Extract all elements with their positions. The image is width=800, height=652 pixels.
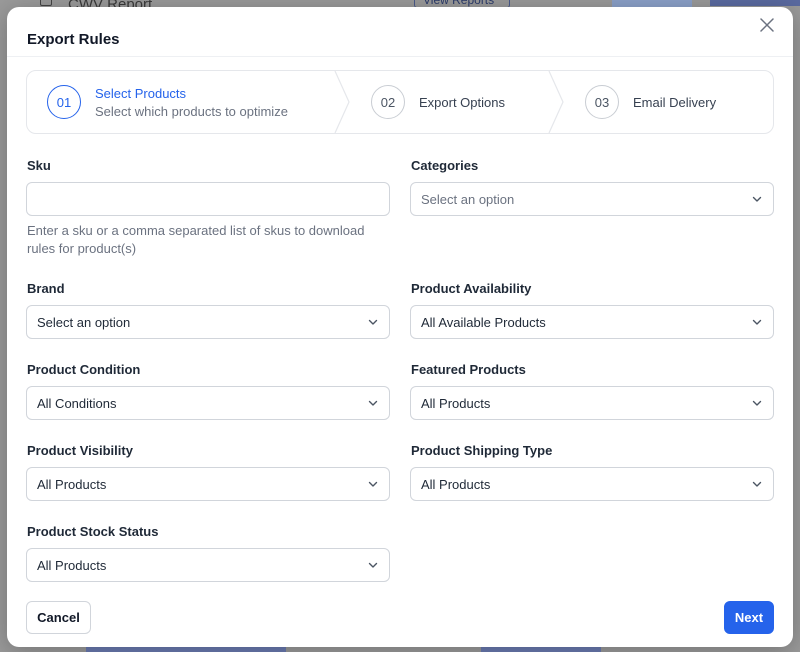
background-badge (710, 0, 800, 6)
brand-select[interactable]: Select an option (26, 305, 390, 339)
categories-select[interactable]: Select an option (410, 182, 774, 216)
product-visibility-select[interactable]: All Products (26, 467, 390, 501)
step-email-delivery[interactable]: 03 Email Delivery (585, 71, 716, 133)
modal-header: Export Rules (7, 7, 793, 57)
featured-products-label: Featured Products (411, 362, 526, 377)
sku-help-text: Enter a sku or a comma separated list of… (27, 223, 365, 256)
brand-label: Brand (27, 281, 65, 296)
product-shipping-type-value: All Products (421, 476, 491, 492)
featured-products-select[interactable]: All Products (410, 386, 774, 420)
chevron-down-icon (368, 319, 378, 325)
step-separator-icon (334, 71, 350, 133)
chevron-down-icon (368, 400, 378, 406)
step-export-options[interactable]: 02 Export Options (371, 71, 505, 133)
product-condition-select[interactable]: All Conditions (26, 386, 390, 420)
product-condition-value: All Conditions (37, 395, 117, 411)
export-rules-modal: Export Rules 01 Select Products Select w… (7, 7, 793, 647)
close-icon[interactable] (758, 16, 776, 34)
chevron-down-icon (752, 319, 762, 325)
product-stock-status-label: Product Stock Status (27, 524, 159, 539)
step-label: Email Delivery (633, 94, 717, 110)
product-stock-status-value: All Products (37, 557, 107, 573)
next-button[interactable]: Next (724, 601, 774, 634)
product-visibility-label: Product Visibility (27, 443, 133, 458)
product-condition-label: Product Condition (27, 362, 141, 377)
product-availability-label: Product Availability (411, 281, 532, 296)
chevron-down-icon (752, 400, 762, 406)
step-number: 01 (47, 85, 81, 119)
step-separator-icon (548, 71, 564, 133)
step-select-products[interactable]: 01 Select Products Select which products… (47, 71, 288, 133)
stepper: 01 Select Products Select which products… (26, 70, 774, 134)
step-number: 02 (371, 85, 405, 119)
brand-value: Select an option (37, 314, 131, 330)
product-availability-value: All Available Products (421, 314, 546, 330)
cancel-button[interactable]: Cancel (26, 601, 91, 634)
featured-products-value: All Products (421, 395, 491, 411)
step-label: Select Products (95, 85, 187, 101)
product-visibility-value: All Products (37, 476, 107, 492)
chevron-down-icon (368, 481, 378, 487)
chevron-down-icon (368, 562, 378, 568)
modal-title: Export Rules (27, 31, 120, 48)
chevron-down-icon (752, 481, 762, 487)
sku-input[interactable] (26, 182, 390, 216)
step-subtitle: Select which products to optimize (95, 103, 288, 119)
product-shipping-type-label: Product Shipping Type (411, 443, 553, 458)
product-stock-status-select[interactable]: All Products (26, 548, 390, 582)
product-availability-select[interactable]: All Available Products (410, 305, 774, 339)
sku-label: Sku (27, 158, 51, 173)
categories-value: Select an option (421, 191, 515, 207)
background-checkbox (40, 0, 52, 6)
step-number: 03 (585, 85, 619, 119)
categories-label: Categories (411, 158, 479, 173)
chevron-down-icon (752, 196, 762, 202)
product-shipping-type-select[interactable]: All Products (410, 467, 774, 501)
step-label: Export Options (419, 94, 505, 110)
